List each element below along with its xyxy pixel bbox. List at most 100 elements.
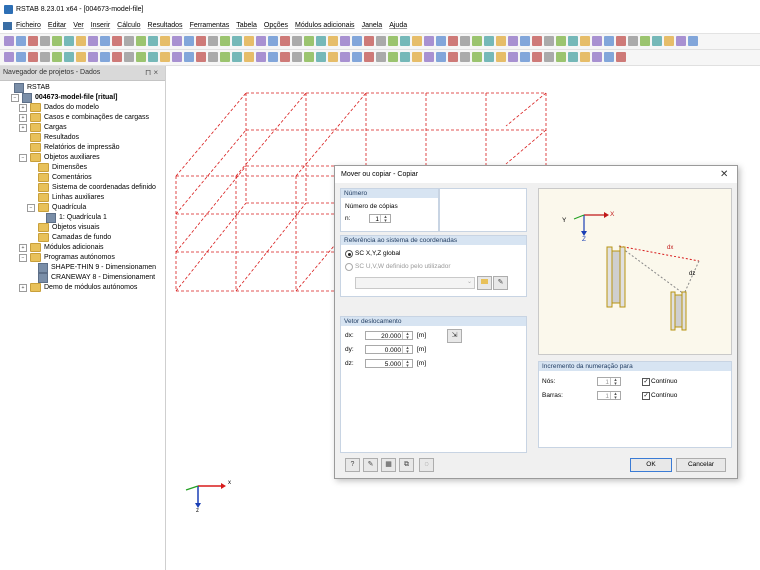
toolbar-button-icon[interactable] — [340, 52, 350, 62]
spin-arrows-icon[interactable]: ▴ ▾ — [402, 332, 412, 341]
expand-icon[interactable]: + — [19, 113, 27, 122]
toolbar-button-icon[interactable] — [244, 36, 254, 46]
tree-item[interactable]: Camadas de fundo — [27, 233, 111, 242]
spin-arrows-icon[interactable]: ▴ ▾ — [402, 346, 412, 355]
ok-button[interactable]: OK — [630, 458, 672, 472]
toolbar-button-icon[interactable] — [580, 52, 590, 62]
grid-button[interactable]: ▦ — [381, 458, 396, 472]
toolbar-button-icon[interactable] — [328, 52, 338, 62]
pick-coord-button[interactable] — [477, 276, 492, 290]
toolbar-button-icon[interactable] — [436, 36, 446, 46]
tree-item[interactable]: CRANEWAY 8 - Dimensionament — [27, 272, 155, 283]
tree-item[interactable]: + Módulos adicionais — [19, 243, 104, 252]
toolbar-button-icon[interactable] — [340, 36, 350, 46]
toolbar-button-icon[interactable] — [376, 52, 386, 62]
toolbar-button-icon[interactable] — [520, 36, 530, 46]
toolbar-button-icon[interactable] — [664, 36, 674, 46]
toolbar-button-icon[interactable] — [352, 36, 362, 46]
menu-item-8[interactable]: Opções — [264, 22, 288, 29]
tree-item[interactable]: Sistema de coordenadas definido — [27, 183, 156, 192]
toolbar-button-icon[interactable] — [628, 36, 638, 46]
toolbar-button-icon[interactable] — [160, 36, 170, 46]
toolbar-button-icon[interactable] — [100, 52, 110, 62]
menu-item-7[interactable]: Tabela — [236, 22, 257, 29]
toolbar-button-icon[interactable] — [364, 36, 374, 46]
toolbar-button-icon[interactable] — [172, 36, 182, 46]
menu-item-4[interactable]: Cálculo — [117, 22, 140, 29]
radio-global[interactable] — [345, 250, 353, 258]
toolbar-button-icon[interactable] — [184, 52, 194, 62]
toolbar-button-icon[interactable] — [676, 36, 686, 46]
toolbar-button-icon[interactable] — [580, 36, 590, 46]
toolbar-button-icon[interactable] — [256, 52, 266, 62]
toolbar-button-icon[interactable] — [268, 36, 278, 46]
menu-item-1[interactable]: Editar — [48, 22, 66, 29]
collapse-icon[interactable]: − — [19, 253, 27, 262]
tree-item[interactable]: SHAPE-THIN 9 - Dimensionamen — [27, 262, 156, 273]
toolbar-button-icon[interactable] — [688, 36, 698, 46]
toolbar-button-icon[interactable] — [460, 52, 470, 62]
toolbar-button-icon[interactable] — [460, 36, 470, 46]
tree-item[interactable]: Relatórios de impressão — [19, 143, 119, 152]
dy-input[interactable]: 0.000 ▴ ▾ — [365, 345, 413, 355]
expand-icon[interactable]: + — [19, 103, 27, 112]
toolbar-button-icon[interactable] — [484, 36, 494, 46]
toolbar-button-icon[interactable] — [532, 52, 542, 62]
tree-item[interactable]: Dimensões — [27, 163, 87, 172]
toolbar-button-icon[interactable] — [604, 52, 614, 62]
toolbar-button-icon[interactable] — [172, 52, 182, 62]
toolbar-button-icon[interactable] — [448, 52, 458, 62]
tree-item[interactable]: Comentários — [27, 173, 92, 182]
toolbar-button-icon[interactable] — [616, 52, 626, 62]
toolbar-button-icon[interactable] — [652, 36, 662, 46]
tree-item[interactable]: − Quadrícula — [27, 203, 86, 212]
toolbar-button-icon[interactable] — [496, 36, 506, 46]
spin-arrows-icon[interactable]: ▴ ▾ — [402, 360, 412, 369]
toolbar-button-icon[interactable] — [280, 52, 290, 62]
toolbar-button-icon[interactable] — [232, 36, 242, 46]
toolbar-button-icon[interactable] — [556, 36, 566, 46]
toolbar-button-icon[interactable] — [316, 52, 326, 62]
tree-item[interactable]: 1: Quadrícula 1 — [35, 212, 107, 223]
menu-item-6[interactable]: Ferramentas — [190, 22, 230, 29]
toolbar-button-icon[interactable] — [352, 52, 362, 62]
spin-arrows-icon[interactable]: ▴ ▾ — [380, 215, 390, 224]
toolbar-button-icon[interactable] — [160, 52, 170, 62]
toolbar-button-icon[interactable] — [640, 36, 650, 46]
toolbar-button-icon[interactable] — [592, 36, 602, 46]
toolbar-button-icon[interactable] — [304, 36, 314, 46]
toolbar-button-icon[interactable] — [592, 52, 602, 62]
tree-item[interactable]: + Demo de módulos autónomos — [19, 283, 137, 292]
toolbar-button-icon[interactable] — [184, 36, 194, 46]
toolbar-button-icon[interactable] — [220, 52, 230, 62]
radio-user[interactable] — [345, 263, 353, 271]
toolbar-button-icon[interactable] — [448, 36, 458, 46]
menu-item-3[interactable]: Inserir — [91, 22, 110, 29]
menu-item-10[interactable]: Janela — [362, 22, 383, 29]
barras-stepper[interactable]: 1 ▴ ▾ — [597, 391, 621, 401]
toolbar-button-icon[interactable] — [376, 36, 386, 46]
toolbar-button-icon[interactable] — [532, 36, 542, 46]
new-coord-button[interactable]: ✎ — [493, 276, 508, 290]
spin-arrows-icon[interactable]: ▴ ▾ — [610, 378, 620, 387]
help-button[interactable]: ? — [345, 458, 360, 472]
toolbar-button-icon[interactable] — [40, 36, 50, 46]
menu-item-11[interactable]: Ajuda — [389, 22, 407, 29]
toolbar-button-icon[interactable] — [364, 52, 374, 62]
edit-button[interactable]: ✎ — [363, 458, 378, 472]
toolbar-button-icon[interactable] — [280, 36, 290, 46]
toolbar-button-icon[interactable] — [100, 36, 110, 46]
toolbar-button-icon[interactable] — [520, 52, 530, 62]
collapse-icon[interactable]: − — [19, 153, 27, 162]
toolbar-button-icon[interactable] — [220, 36, 230, 46]
toolbar-button-icon[interactable] — [16, 52, 26, 62]
toolbar-button-icon[interactable] — [196, 52, 206, 62]
toolbar-button-icon[interactable] — [472, 36, 482, 46]
toolbar-button-icon[interactable] — [412, 52, 422, 62]
toolbar-button-icon[interactable] — [208, 36, 218, 46]
menu-item-0[interactable]: Ficheiro — [16, 22, 41, 29]
nos-continuo-checkbox[interactable]: ✓ — [642, 378, 650, 386]
toolbar-button-icon[interactable] — [544, 36, 554, 46]
toolbar-button-icon[interactable] — [508, 36, 518, 46]
collapse-icon[interactable]: − — [27, 203, 35, 212]
